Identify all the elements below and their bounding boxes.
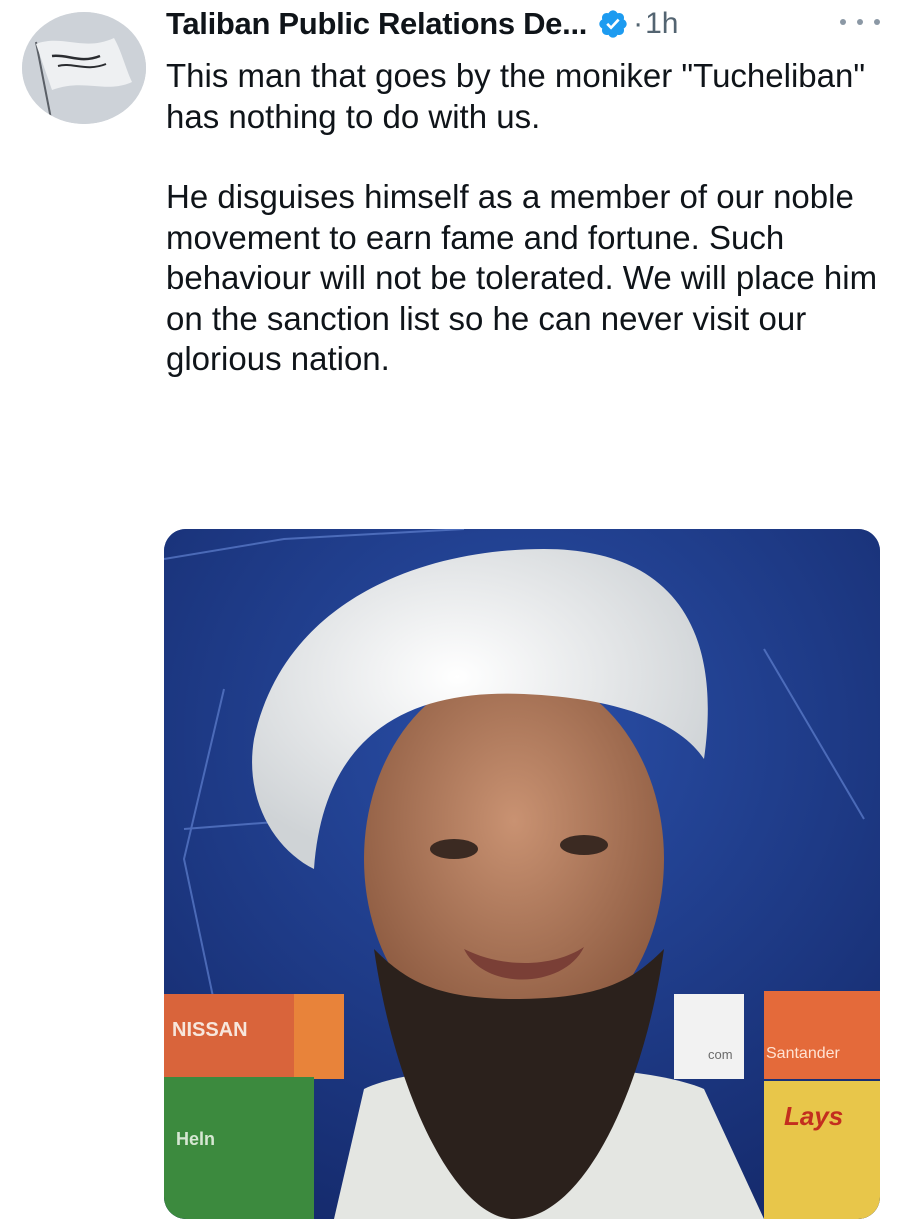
timestamp[interactable]: 1h xyxy=(645,7,678,41)
author-avatar[interactable] xyxy=(22,12,146,124)
sponsor-board-label: com xyxy=(708,1047,733,1062)
tweet-text: This man that goes by the moniker "Tuche… xyxy=(166,56,886,380)
portrait-image xyxy=(164,529,880,1219)
author-name[interactable]: Taliban Public Relations De... xyxy=(166,6,587,42)
sponsor-board-label: NISSAN xyxy=(172,1019,248,1041)
more-icon[interactable] xyxy=(840,10,880,34)
tweet-paragraph: He disguises himself as a member of our … xyxy=(166,178,878,377)
flag-image xyxy=(22,12,146,124)
verified-badge-icon xyxy=(597,8,629,40)
tweet-paragraph: This man that goes by the moniker "Tuche… xyxy=(166,57,866,135)
tweet-header: Taliban Public Relations De... · 1h xyxy=(166,2,678,46)
sponsor-board-label: Lays xyxy=(784,1101,844,1131)
tweet-image[interactable]: NISSAN Santander com Heln Lays xyxy=(164,529,880,1219)
sponsor-board-label: Heln xyxy=(176,1129,216,1149)
sponsor-board-label: Santander xyxy=(766,1045,840,1062)
dot-separator: · xyxy=(633,7,644,40)
